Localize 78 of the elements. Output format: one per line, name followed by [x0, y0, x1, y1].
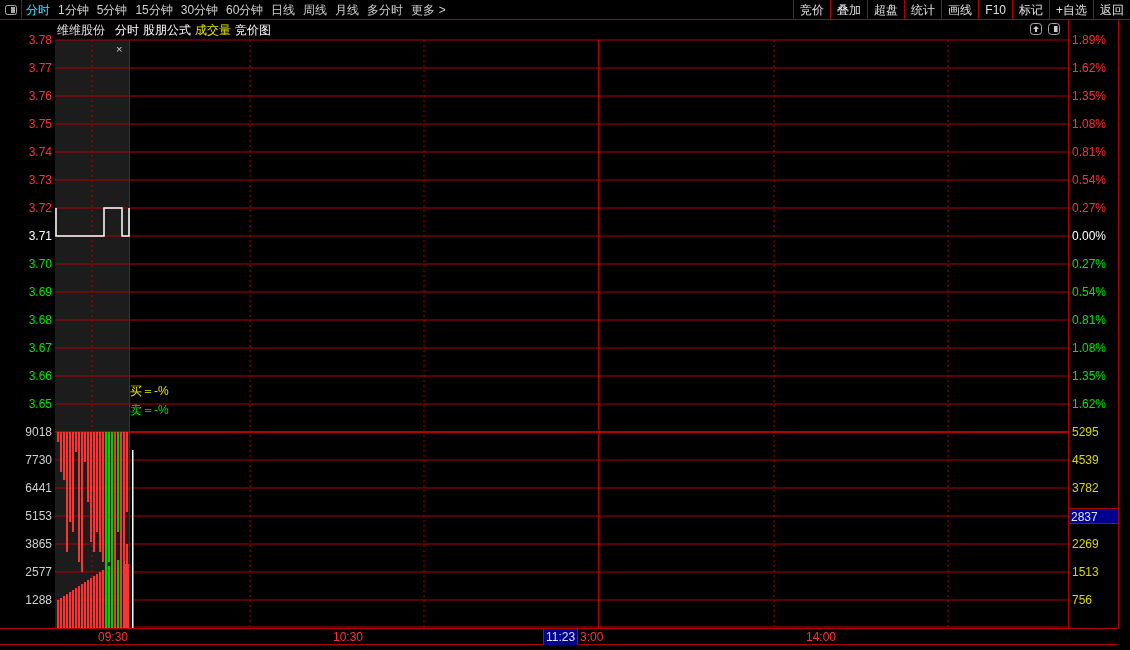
price-label: 3.70 [27, 256, 53, 273]
percent-label: 0.81% [1071, 312, 1108, 329]
volume-label: 9018 [24, 424, 53, 441]
price-label: 3.78 [27, 32, 53, 49]
indicator-tab[interactable]: 成交量 [195, 21, 231, 39]
volume-label: 2269 [1071, 536, 1099, 553]
percent-label: 1.62% [1071, 60, 1108, 77]
time-label: 10:30 [333, 629, 364, 645]
time-label: 09:30 [98, 629, 129, 645]
period-tab[interactable]: 更多 > [411, 0, 446, 19]
price-label: 3.76 [27, 88, 53, 105]
panel-toggle-icon[interactable] [1048, 23, 1060, 35]
toolbar-button[interactable]: 叠加 [830, 0, 868, 19]
volume-label: 5295 [1071, 424, 1099, 441]
time-label: 14:00 [806, 629, 837, 645]
percent-label: 1.08% [1071, 116, 1108, 133]
period-tab[interactable]: 日线 [271, 0, 296, 19]
percent-label: 0.81% [1071, 144, 1108, 161]
period-tab[interactable]: 30分钟 [180, 0, 219, 19]
period-tab[interactable]: 60分钟 [226, 0, 264, 19]
price-label: 3.68 [27, 312, 53, 329]
toolbar-button[interactable]: 返回 [1093, 0, 1130, 19]
price-label: 3.69 [27, 284, 53, 301]
stock-name: 维维股份 [57, 22, 105, 39]
volume-label: 5153 [24, 508, 53, 525]
volume-label: 7730 [24, 452, 53, 469]
price-label: 3.72 [27, 200, 53, 217]
period-tab[interactable]: 15分钟 [135, 0, 173, 19]
percent-label: 1.35% [1071, 88, 1108, 105]
period-tab[interactable]: 1分钟 [58, 0, 89, 19]
volume-label: 1513 [1071, 564, 1099, 581]
toolbar-button[interactable]: +自选 [1049, 0, 1093, 19]
cursor-time: 11:23 [543, 629, 579, 645]
percent-label: 1.89% [1071, 32, 1108, 49]
price-label: 3.73 [27, 172, 53, 189]
volume-label: 756 [1071, 592, 1093, 609]
volume-label: 1288 [24, 592, 53, 609]
close-button[interactable]: × [116, 42, 123, 56]
toolbar-button[interactable]: 统计 [904, 0, 942, 19]
period-tab[interactable]: 5分钟 [96, 0, 128, 19]
price-label: 3.77 [27, 60, 53, 77]
panel-toggle-icon[interactable] [4, 4, 17, 15]
indicator-tab[interactable]: 股朋公式 [143, 21, 191, 39]
cursor-value: 2837 [1069, 508, 1118, 524]
percent-label: 1.35% [1071, 368, 1108, 385]
percent-label: 0.54% [1071, 172, 1108, 189]
volume-label: 2577 [24, 564, 53, 581]
toolbar-button[interactable]: 标记 [1012, 0, 1049, 19]
toolbar-button[interactable]: 超盘 [867, 0, 905, 19]
period-tab[interactable]: 周线 [303, 0, 328, 19]
period-tab[interactable]: 分时 [26, 0, 50, 19]
volume-label: 3865 [24, 536, 53, 553]
toolbar-button[interactable]: 竞价 [793, 0, 831, 19]
indicator-tab[interactable]: 竞价图 [235, 21, 271, 39]
price-label: 3.74 [27, 144, 53, 161]
price-label: 3.75 [27, 116, 53, 133]
toolbar-button[interactable]: 画线 [941, 0, 979, 19]
percent-label: 0.00% [1071, 228, 1108, 245]
indicator-tab[interactable]: 分时 [115, 21, 139, 39]
volume-label: 3782 [1071, 480, 1099, 497]
upload-icon[interactable] [1030, 23, 1042, 35]
sell-label: 卖＝-% [130, 402, 169, 418]
toolbar-button[interactable]: F10 [978, 0, 1012, 19]
period-tab[interactable]: 月线 [335, 0, 360, 19]
volume-label: 4539 [1071, 452, 1099, 469]
period-tab[interactable]: 多分时 [367, 0, 404, 19]
percent-label: 0.27% [1071, 200, 1108, 217]
buy-label: 买＝-% [130, 383, 169, 399]
time-label: 3:00 [580, 629, 604, 645]
price-label: 3.67 [27, 340, 53, 357]
percent-label: 1.62% [1071, 396, 1108, 413]
price-label: 3.66 [27, 368, 53, 385]
price-label: 3.65 [27, 396, 53, 413]
price-label: 3.71 [27, 228, 53, 245]
percent-label: 0.54% [1071, 284, 1108, 301]
percent-label: 0.27% [1071, 256, 1108, 273]
percent-label: 1.08% [1071, 340, 1108, 357]
volume-label: 6441 [24, 480, 53, 497]
